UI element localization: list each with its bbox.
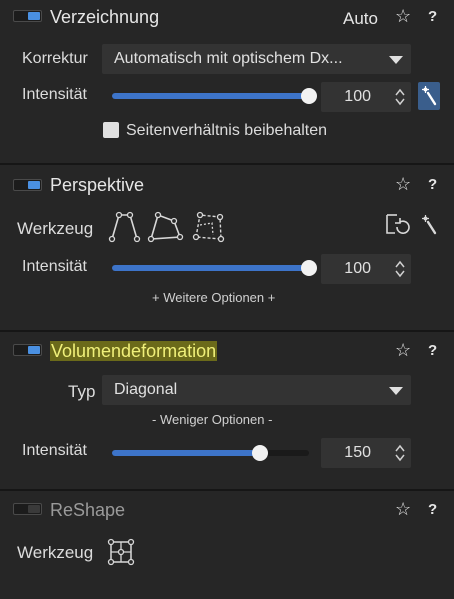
intensity-label: Intensität — [22, 442, 87, 459]
distortion-panel: Verzeichnung Auto ☆ ? Korrektur Automati… — [0, 0, 454, 163]
slider-thumb[interactable] — [251, 445, 268, 461]
reshape-title[interactable]: ReShape — [50, 500, 125, 521]
reshape-toggle[interactable] — [13, 503, 42, 515]
type-label: Typ — [68, 382, 96, 401]
slider-fill — [112, 265, 309, 271]
volume-panel: Volumendeformation ☆ ? Typ Diagonal - We… — [0, 332, 454, 489]
intensity-label: Intensität — [22, 86, 87, 103]
intensity-slider[interactable] — [112, 445, 309, 461]
slider-fill — [112, 450, 260, 456]
volume-toggle[interactable] — [13, 344, 42, 356]
reshape-panel: ReShape ☆ ? Werkzeug — [0, 491, 454, 599]
slider-thumb[interactable] — [301, 88, 317, 104]
perspective-tool-rect-icon[interactable] — [190, 209, 228, 245]
toggle-knob — [28, 346, 40, 354]
reshape-grid-icon[interactable] — [106, 537, 136, 567]
toggle-knob — [28, 505, 40, 513]
volume-title[interactable]: Volumendeformation — [50, 341, 218, 362]
correction-select[interactable]: Automatisch mit optischem Dx... — [102, 44, 411, 74]
help-icon[interactable]: ? — [428, 8, 437, 25]
spinner-icon[interactable] — [395, 259, 405, 279]
star-icon[interactable]: ☆ — [395, 341, 411, 359]
slider-fill — [112, 93, 309, 99]
star-icon[interactable]: ☆ — [395, 7, 411, 25]
intensity-value: 100 — [344, 88, 371, 105]
perspective-tool-4point-icon[interactable] — [146, 209, 186, 245]
star-icon[interactable]: ☆ — [395, 500, 411, 518]
auto-button[interactable]: Auto — [343, 9, 378, 29]
perspective-tool-2point-icon[interactable] — [106, 209, 142, 245]
toggle-knob — [28, 12, 40, 20]
intensity-input[interactable]: 150 — [321, 438, 411, 468]
help-icon[interactable]: ? — [428, 176, 437, 193]
intensity-label: Intensität — [22, 258, 87, 275]
keep-ratio-checkbox[interactable] — [103, 122, 119, 138]
intensity-input[interactable]: 100 — [321, 82, 411, 112]
tool-label: Werkzeug — [17, 219, 94, 238]
keep-ratio-label[interactable]: Seitenverhältnis beibehalten — [126, 122, 327, 140]
chevron-down-icon — [389, 387, 403, 395]
magic-wand-icon[interactable] — [418, 82, 440, 110]
spinner-icon[interactable] — [395, 443, 405, 463]
intensity-slider[interactable] — [112, 260, 317, 276]
perspective-toggle[interactable] — [13, 179, 42, 191]
type-select[interactable]: Diagonal — [102, 375, 411, 405]
help-icon[interactable]: ? — [428, 501, 437, 518]
correction-label: Korrektur — [22, 50, 88, 67]
intensity-input[interactable]: 100 — [321, 254, 411, 284]
chevron-down-icon — [389, 56, 403, 64]
spinner-icon[interactable] — [395, 87, 405, 107]
intensity-value: 100 — [344, 260, 371, 277]
perspective-title[interactable]: Perspektive — [50, 175, 144, 196]
help-icon[interactable]: ? — [428, 342, 437, 359]
toggle-knob — [28, 181, 40, 189]
reset-icon[interactable] — [383, 211, 411, 241]
type-value: Diagonal — [114, 381, 178, 398]
volume-title-text: Volumendeformation — [50, 341, 218, 361]
perspective-panel: Perspektive ☆ ? Werkzeug Intensität 100 … — [0, 165, 454, 330]
more-options-link[interactable]: + Weitere Optionen + — [152, 290, 275, 305]
intensity-value: 150 — [344, 444, 371, 461]
tool-label: Werkzeug — [17, 543, 94, 562]
intensity-slider[interactable] — [112, 88, 317, 104]
distortion-title[interactable]: Verzeichnung — [50, 7, 159, 28]
star-icon[interactable]: ☆ — [395, 175, 411, 193]
correction-value: Automatisch mit optischem Dx... — [114, 50, 343, 67]
distortion-toggle[interactable] — [13, 10, 42, 22]
less-options-link[interactable]: - Weniger Optionen - — [152, 412, 272, 427]
magic-wand-icon[interactable] — [418, 211, 440, 239]
slider-thumb[interactable] — [301, 260, 317, 276]
